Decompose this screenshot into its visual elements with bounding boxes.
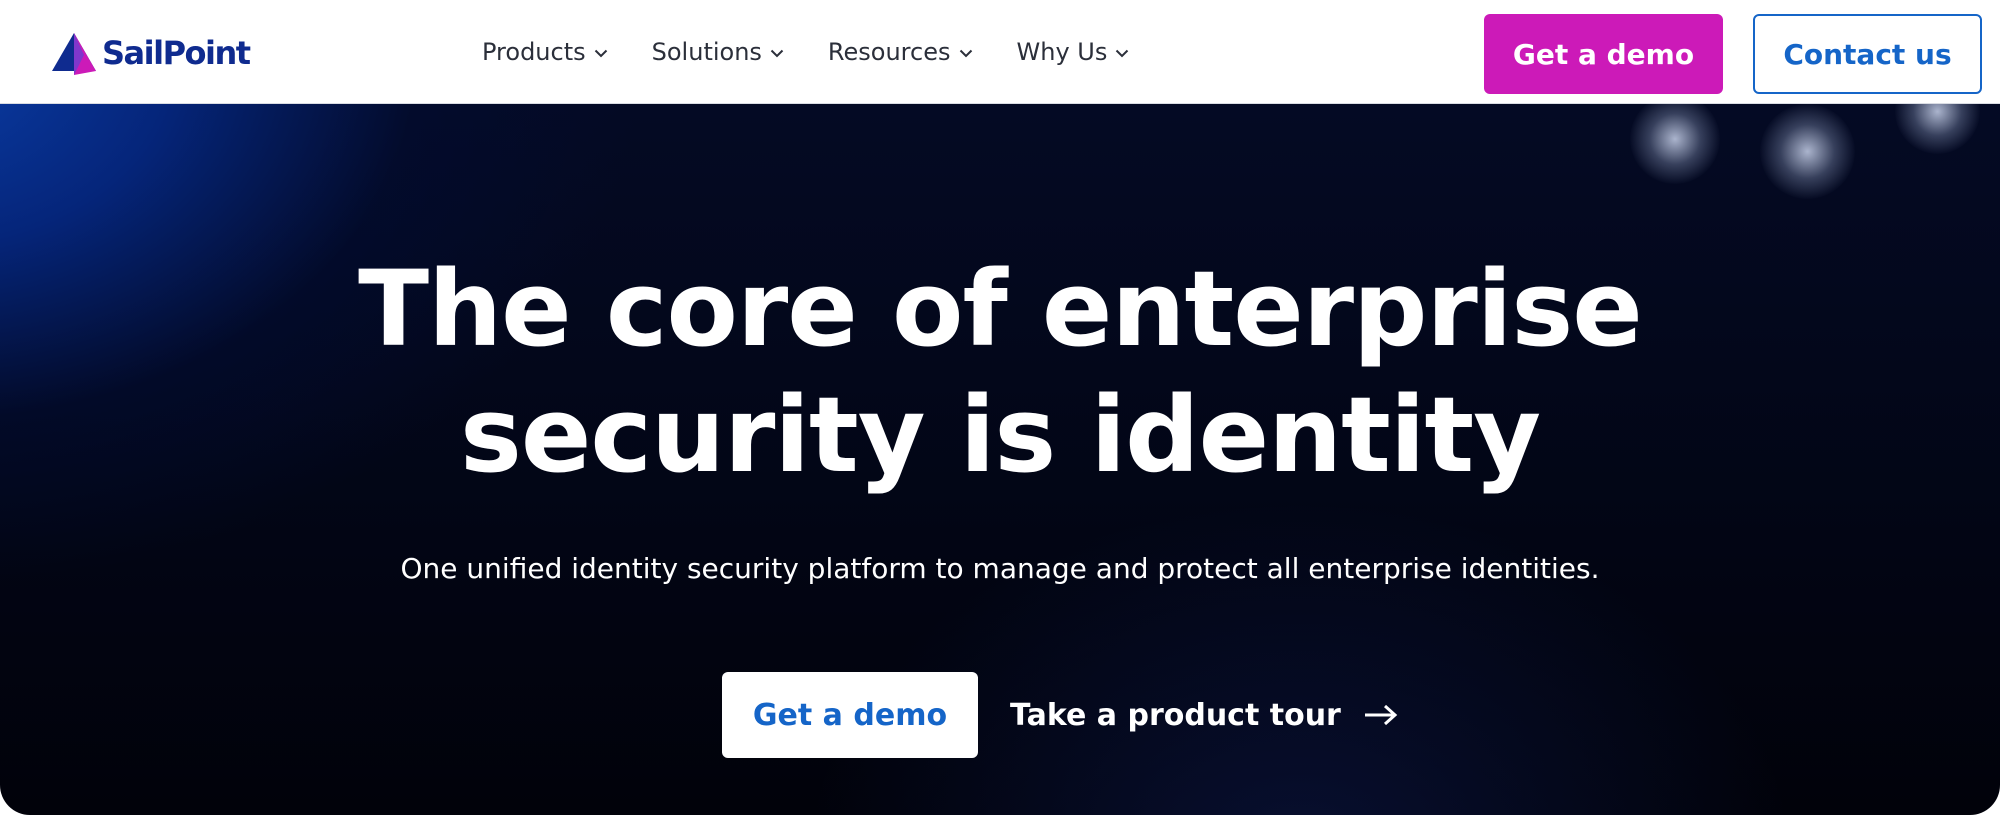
logo-text: SailPoint bbox=[102, 34, 251, 72]
nav-item-resources[interactable]: Resources bbox=[828, 38, 973, 66]
decorative-light bbox=[1630, 104, 1720, 184]
sailpoint-logo[interactable]: SailPoint bbox=[50, 30, 251, 76]
hero-section: The core of enterprise security is ident… bbox=[0, 104, 2000, 815]
chevron-down-icon bbox=[594, 49, 607, 57]
site-header: SailPoint Products Solutions Resources W… bbox=[0, 0, 2000, 104]
get-demo-button-header[interactable]: Get a demo bbox=[1484, 14, 1723, 94]
hero-title-line-2: security is identity bbox=[459, 374, 1541, 496]
main-nav: Products Solutions Resources Why Us bbox=[482, 32, 1173, 72]
decorative-light bbox=[1760, 104, 1855, 199]
hero-title-line-1: The core of enterprise bbox=[358, 248, 1643, 370]
nav-item-solutions[interactable]: Solutions bbox=[652, 38, 784, 66]
hero-subtitle: One unified identity security platform t… bbox=[400, 552, 1600, 585]
nav-item-label: Why Us bbox=[1016, 38, 1108, 66]
hero-title: The core of enterprise security is ident… bbox=[0, 246, 2000, 498]
nav-item-products[interactable]: Products bbox=[482, 38, 608, 66]
product-tour-link[interactable]: Take a product tour bbox=[1010, 674, 1399, 756]
product-tour-label: Take a product tour bbox=[1010, 697, 1341, 733]
chevron-down-icon bbox=[770, 49, 784, 57]
nav-item-label: Products bbox=[482, 38, 586, 66]
sail-triangle-icon bbox=[52, 33, 96, 75]
contact-us-button[interactable]: Contact us bbox=[1753, 14, 1982, 94]
nav-item-label: Solutions bbox=[651, 38, 762, 66]
arrow-right-icon bbox=[1364, 704, 1398, 726]
decorative-light bbox=[1895, 104, 1980, 154]
chevron-down-icon bbox=[1116, 49, 1129, 57]
get-demo-button-hero[interactable]: Get a demo bbox=[722, 672, 978, 758]
chevron-down-icon bbox=[959, 49, 972, 57]
nav-item-why-us[interactable]: Why Us bbox=[1017, 38, 1130, 66]
nav-item-label: Resources bbox=[827, 38, 951, 66]
page: SailPoint Products Solutions Resources W… bbox=[0, 0, 2000, 815]
